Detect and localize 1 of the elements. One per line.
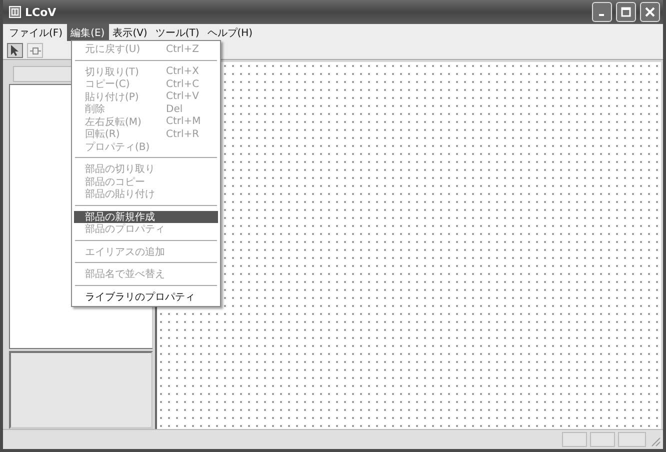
window-title: LCoV — [25, 6, 58, 18]
